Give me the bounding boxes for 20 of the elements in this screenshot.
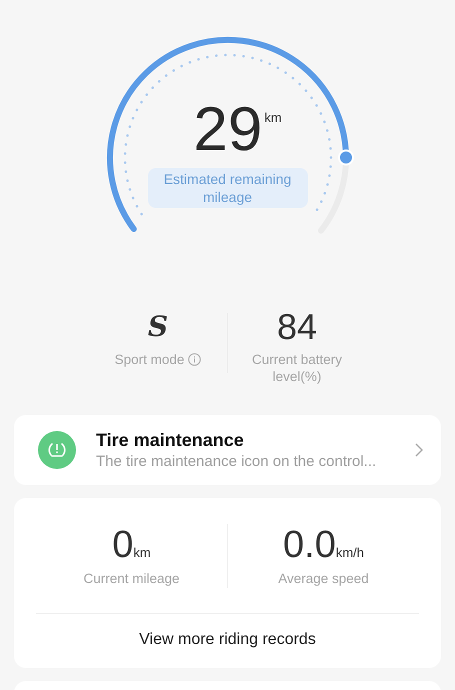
- tire-maintenance-card[interactable]: Tire maintenance The tire maintenance icon on the control...: [14, 415, 441, 485]
- chevron-right-icon: [415, 443, 423, 457]
- riding-records-link[interactable]: View more riding records: [36, 614, 419, 649]
- remaining-mileage-value: 29: [193, 96, 262, 164]
- notice-title: Tire maintenance: [96, 430, 245, 451]
- battery-value: 84: [276, 307, 318, 347]
- tire-warning-icon: [38, 431, 76, 469]
- stat-label: Sport mode: [114, 351, 184, 368]
- info-icon[interactable]: [188, 353, 202, 366]
- metric-label: Current mileage: [83, 571, 180, 586]
- mode-letter: S: [148, 309, 168, 345]
- notice-description: The tire maintenance icon on the control...: [96, 453, 378, 470]
- unit-label: km: [264, 110, 282, 125]
- metric-value: 0.0: [283, 525, 336, 565]
- unit-label: km/h: [336, 545, 364, 560]
- metric-label: Average speed: [278, 571, 369, 586]
- metric-value: 0: [112, 525, 134, 565]
- estimated-mileage-label: Estimated remaining mileage: [148, 168, 308, 208]
- stat-label: Current battery level(%): [250, 351, 344, 385]
- unit-label: km: [133, 545, 151, 560]
